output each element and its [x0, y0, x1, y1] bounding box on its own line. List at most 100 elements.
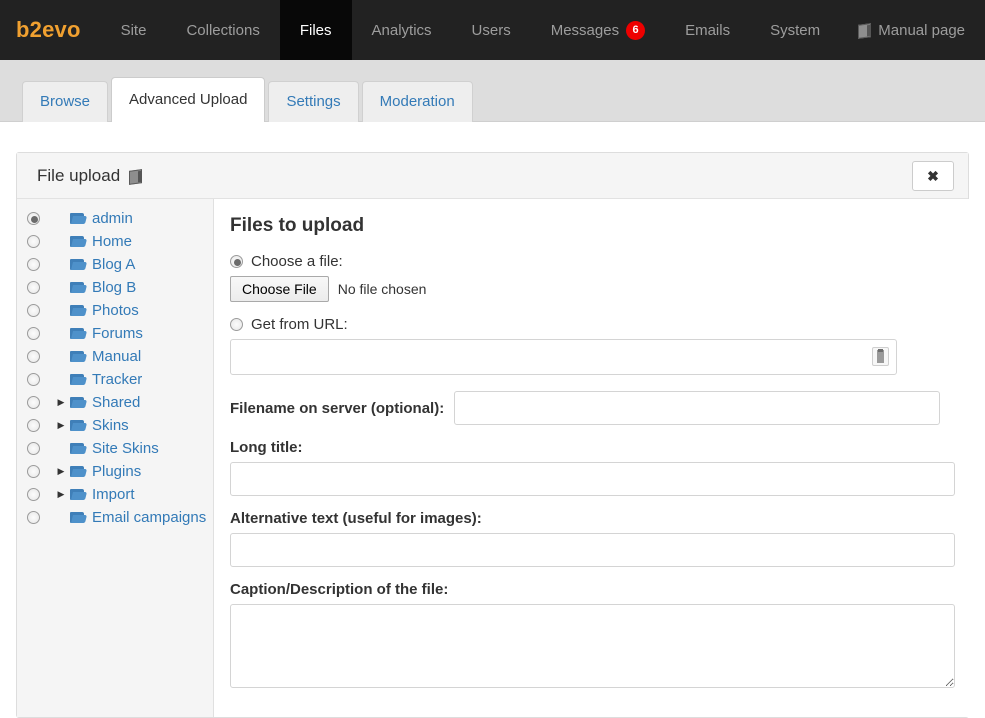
manual-book-icon[interactable] — [129, 170, 143, 182]
close-button[interactable]: ✖ — [912, 161, 954, 191]
tab-browse[interactable]: Browse — [22, 81, 109, 122]
folder-radio[interactable] — [27, 373, 40, 386]
paste-icon[interactable] — [872, 347, 889, 366]
folder-icon — [70, 511, 86, 524]
brand-logo[interactable]: b2evo — [0, 0, 101, 60]
choose-file-radio-row[interactable]: Choose a file: — [230, 253, 955, 270]
tree-item-plugins[interactable]: ▶ Plugins — [17, 460, 213, 483]
folder-radio[interactable] — [27, 235, 40, 248]
nav-item-analytics[interactable]: Analytics — [352, 0, 452, 60]
tree-item-label[interactable]: Plugins — [92, 460, 141, 483]
tree-item-blog-a[interactable]: Blog A — [17, 253, 213, 276]
folder-radio[interactable] — [27, 350, 40, 363]
alt-text-input[interactable] — [230, 533, 955, 567]
nav-item-users-label: Users — [471, 21, 511, 39]
panel-body: admin Home Blog A Blog B Photos Forums M… — [17, 199, 971, 717]
tree-item-label[interactable]: admin — [92, 207, 133, 230]
tree-item-manual[interactable]: Manual — [17, 345, 213, 368]
file-upload-panel: File upload ✖ admin Home Blog A Blog B P… — [16, 152, 971, 718]
tree-item-admin[interactable]: admin — [17, 207, 213, 230]
tree-item-home[interactable]: Home — [17, 230, 213, 253]
filename-input[interactable] — [454, 391, 941, 425]
nav-item-analytics-label: Analytics — [371, 21, 432, 39]
tree-item-email-campaigns[interactable]: Email campaigns — [17, 506, 213, 529]
tree-item-blog-b[interactable]: Blog B — [17, 276, 213, 299]
tree-item-label[interactable]: Blog A — [92, 253, 135, 276]
choose-file-button[interactable]: Choose File — [230, 276, 329, 302]
primary-nav: Site Collections Files Analytics Users M… — [101, 0, 841, 60]
folder-radio[interactable] — [27, 258, 40, 271]
filename-field-row: Filename on server (optional): — [230, 391, 955, 425]
expand-triangle-icon[interactable]: ▶ — [52, 460, 70, 483]
caption-textarea[interactable] — [230, 604, 955, 688]
folder-radio[interactable] — [27, 304, 40, 317]
tree-item-import[interactable]: ▶ Import — [17, 483, 213, 506]
tree-item-label[interactable]: Home — [92, 230, 132, 253]
tree-item-forums[interactable]: Forums — [17, 322, 213, 345]
expand-triangle-icon[interactable]: ▶ — [52, 391, 70, 414]
tree-item-shared[interactable]: ▶ Shared — [17, 391, 213, 414]
file-picker[interactable]: Choose File No file chosen — [230, 276, 955, 302]
nav-item-site-label: Site — [120, 21, 147, 39]
expand-triangle-icon[interactable]: ▶ — [52, 483, 70, 506]
tree-item-label[interactable]: Site Skins — [92, 437, 159, 460]
tab-moderation[interactable]: Moderation — [361, 81, 473, 122]
long-title-label: Long title: — [230, 439, 303, 456]
url-field-wrap — [230, 339, 897, 375]
tree-item-label[interactable]: Blog B — [92, 276, 136, 299]
folder-radio[interactable] — [27, 281, 40, 294]
folder-radio[interactable] — [27, 511, 40, 524]
folder-radio[interactable] — [27, 212, 40, 225]
folder-radio[interactable] — [27, 419, 40, 432]
tree-item-label[interactable]: Import — [92, 483, 135, 506]
alt-text-label: Alternative text (useful for images): — [230, 510, 482, 527]
manual-page-link[interactable]: Manual page — [852, 22, 971, 39]
nav-item-messages[interactable]: Messages 6 — [531, 0, 665, 60]
long-title-input[interactable] — [230, 462, 955, 496]
url-input[interactable] — [230, 339, 897, 375]
nav-item-system[interactable]: System — [750, 0, 840, 60]
filename-label: Filename on server (optional): — [230, 399, 445, 417]
folder-radio[interactable] — [27, 396, 40, 409]
get-from-url-radio[interactable] — [230, 318, 243, 331]
folder-icon — [70, 304, 86, 317]
folder-radio[interactable] — [27, 442, 40, 455]
nav-item-collections[interactable]: Collections — [166, 0, 279, 60]
choose-file-radio[interactable] — [230, 255, 243, 268]
tree-item-label[interactable]: Photos — [92, 299, 139, 322]
tab-bar: Browse Advanced Upload Settings Moderati… — [0, 60, 985, 122]
get-from-url-radio-label[interactable]: Get from URL: — [251, 316, 348, 333]
tree-item-label[interactable]: Tracker — [92, 368, 142, 391]
folder-radio[interactable] — [27, 327, 40, 340]
get-from-url-radio-row[interactable]: Get from URL: — [230, 316, 955, 333]
tree-item-skins[interactable]: ▶ Skins — [17, 414, 213, 437]
nav-item-system-label: System — [770, 21, 821, 39]
expand-triangle-icon[interactable]: ▶ — [52, 414, 70, 437]
nav-item-site[interactable]: Site — [101, 0, 167, 60]
folder-icon — [70, 488, 86, 501]
folder-icon — [70, 442, 86, 455]
nav-item-messages-label: Messages — [550, 21, 620, 39]
folder-icon — [70, 327, 86, 340]
tab-advanced-upload[interactable]: Advanced Upload — [111, 77, 266, 122]
tree-item-label[interactable]: Skins — [92, 414, 129, 437]
folder-icon — [70, 419, 86, 432]
tree-item-label[interactable]: Manual — [92, 345, 141, 368]
nav-item-emails[interactable]: Emails — [665, 0, 750, 60]
folder-radio[interactable] — [27, 465, 40, 478]
tree-item-label[interactable]: Shared — [92, 391, 140, 414]
tree-item-label[interactable]: Forums — [92, 322, 143, 345]
manual-page-label: Manual page — [878, 21, 965, 39]
choose-file-radio-label[interactable]: Choose a file: — [251, 253, 343, 270]
tree-item-tracker[interactable]: Tracker — [17, 368, 213, 391]
panel-title-text: File upload — [37, 165, 121, 185]
nav-item-users[interactable]: Users — [452, 0, 531, 60]
tab-settings[interactable]: Settings — [268, 81, 359, 122]
tree-item-photos[interactable]: Photos — [17, 299, 213, 322]
folder-radio[interactable] — [27, 488, 40, 501]
tree-item-label[interactable]: Email campaigns — [92, 506, 206, 529]
panel-title: File upload — [37, 166, 143, 186]
tree-item-site-skins[interactable]: Site Skins — [17, 437, 213, 460]
nav-item-files[interactable]: Files — [279, 0, 352, 60]
caption-label: Caption/Description of the file: — [230, 581, 449, 598]
